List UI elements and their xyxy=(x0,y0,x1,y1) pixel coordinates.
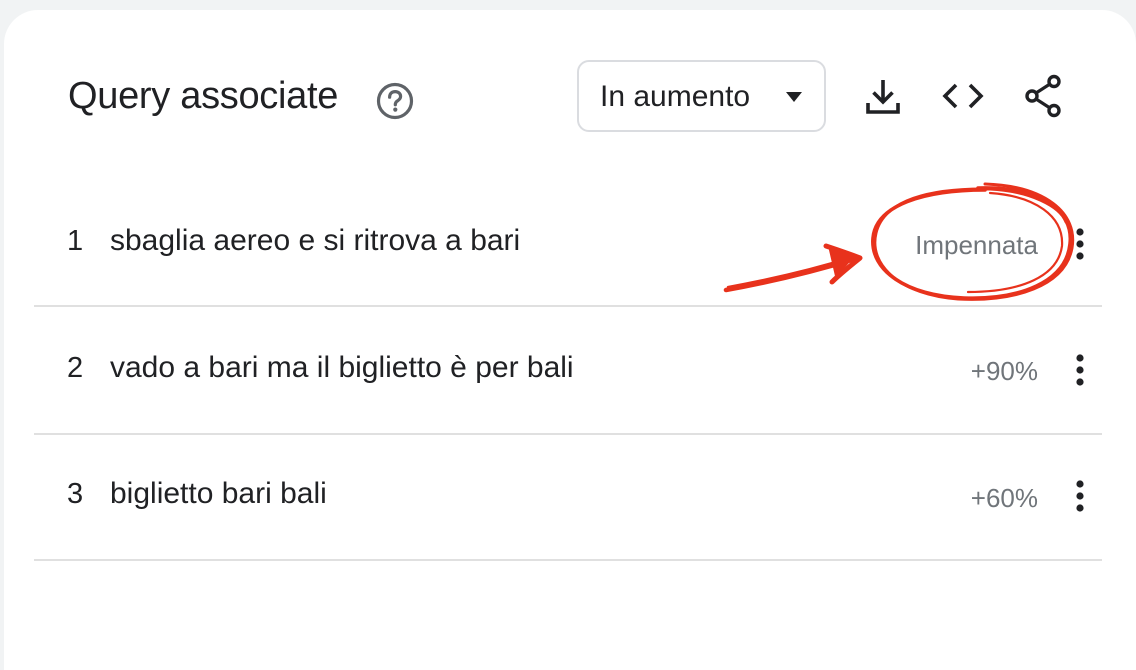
row-value: Impennata xyxy=(915,230,1038,260)
row-value: +90% xyxy=(970,356,1038,386)
row-value: +60% xyxy=(970,483,1038,513)
row-query-link[interactable]: biglietto bari bali xyxy=(110,476,327,512)
dropdown-selected-value: In aumento xyxy=(600,80,751,113)
help-circle-icon[interactable] xyxy=(375,81,415,121)
more-vert-icon[interactable] xyxy=(1066,224,1094,264)
list-item: 2 vado a bari ma il biglietto è per bali… xyxy=(34,307,1102,433)
row-query-link[interactable]: sbaglia aereo e si ritrova a bari xyxy=(110,223,520,259)
more-vert-icon[interactable] xyxy=(1066,350,1094,390)
embed-code-icon[interactable] xyxy=(941,74,985,118)
card-title: Query associate xyxy=(68,75,339,117)
caret-down-icon xyxy=(786,92,802,102)
trend-type-dropdown[interactable]: In aumento xyxy=(577,60,826,132)
share-icon[interactable] xyxy=(1021,74,1065,118)
list-item: 1 sbaglia aereo e si ritrova a bari Impe… xyxy=(34,180,1102,306)
more-vert-icon[interactable] xyxy=(1066,476,1094,516)
row-divider xyxy=(34,559,1102,561)
row-rank: 3 xyxy=(67,478,84,510)
download-icon[interactable] xyxy=(861,75,905,119)
row-query-link[interactable]: vado a bari ma il biglietto è per bali xyxy=(110,350,574,386)
list-item: 3 biglietto bari bali +60% xyxy=(34,435,1102,561)
row-rank: 1 xyxy=(67,225,84,257)
row-rank: 2 xyxy=(67,352,84,384)
